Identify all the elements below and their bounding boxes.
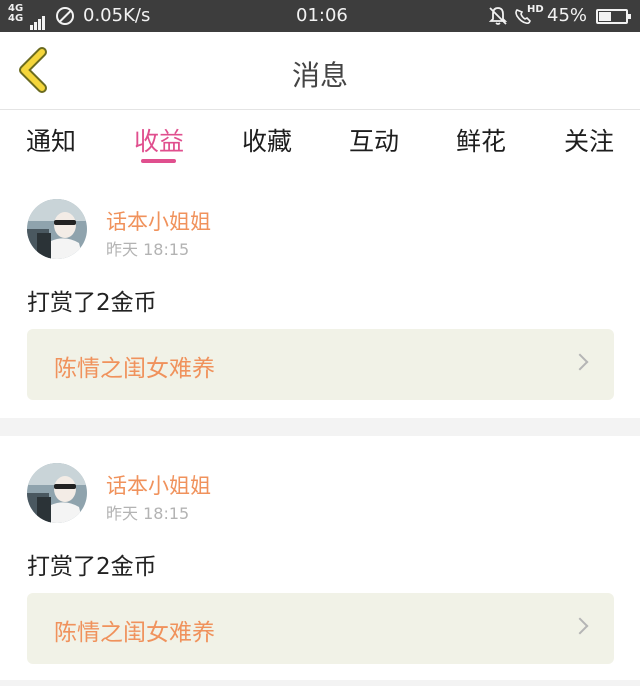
hd-call-icon: HD [513, 4, 544, 31]
message-text: 打赏了2金币 [27, 290, 157, 316]
signal-icon [30, 9, 46, 30]
book-title: 陈情之闺女难养 [54, 620, 215, 646]
network-type: 4G 4G [8, 4, 23, 24]
card-separator [0, 418, 640, 436]
hd-label: HD [527, 4, 544, 15]
timestamp: 昨天 18:15 [106, 504, 190, 523]
battery-fill [599, 12, 611, 21]
username[interactable]: 话本小姐姐 [106, 470, 211, 500]
page-title: 消息 [291, 59, 348, 92]
battery-icon [596, 9, 631, 24]
timestamp: 昨天 18:15 [106, 240, 190, 259]
network-speed: 0.05K/s [83, 5, 151, 26]
tab-earnings[interactable]: 收益 [134, 122, 184, 158]
clock: 01:06 [296, 5, 348, 26]
tab-flowers[interactable]: 鲜花 [456, 122, 506, 158]
tab-bar: 通知 收益 收藏 互动 鲜花 关注 [0, 110, 640, 170]
active-tab-indicator [141, 159, 176, 163]
avatar[interactable] [27, 199, 87, 259]
tab-notifications[interactable]: 通知 [26, 122, 76, 158]
tab-following[interactable]: 关注 [564, 122, 614, 158]
tab-favorites[interactable]: 收藏 [242, 122, 292, 158]
network-label-2: 4G [8, 13, 24, 24]
book-link[interactable]: 陈情之闺女难养 [27, 329, 614, 400]
muted-bell-icon [488, 6, 508, 31]
chevron-right-icon [571, 617, 589, 635]
card-separator [0, 680, 640, 686]
status-bar: 4G 4G 0.05K/s 01:06 HD 45% [0, 0, 640, 32]
message-card: 话本小姐姐 昨天 18:15 打赏了2金币 陈情之闺女难养 [0, 170, 640, 418]
message-card: 话本小姐姐 昨天 18:15 打赏了2金币 陈情之闺女难养 [0, 436, 640, 686]
avatar[interactable] [27, 463, 87, 523]
username[interactable]: 话本小姐姐 [106, 206, 211, 236]
book-link[interactable]: 陈情之闺女难养 [27, 593, 614, 664]
book-title: 陈情之闺女难养 [54, 356, 215, 382]
chevron-right-icon [571, 353, 589, 371]
nav-bar: 消息 [0, 32, 640, 110]
message-text: 打赏了2金币 [27, 554, 157, 580]
do-not-disturb-icon [56, 7, 74, 25]
tab-interactions[interactable]: 互动 [349, 122, 399, 158]
battery-percent: 45% [547, 5, 588, 26]
